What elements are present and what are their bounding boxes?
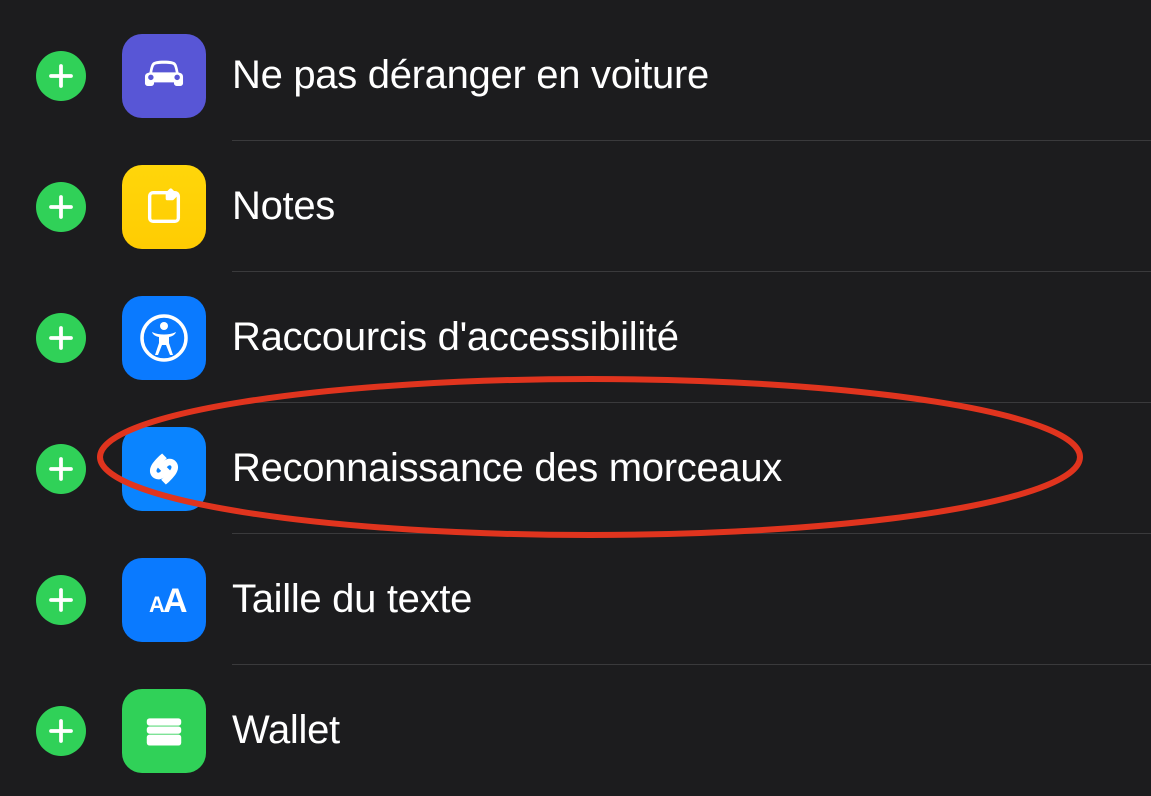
- text-size-icon: AA: [122, 558, 206, 642]
- list-item-label: Raccourcis d'accessibilité: [232, 315, 679, 360]
- list-item[interactable]: AA Taille du texte: [0, 534, 1151, 665]
- plus-icon: [46, 454, 76, 484]
- list-item-label: Notes: [232, 184, 335, 229]
- list-item-label: Reconnaissance des morceaux: [232, 446, 782, 491]
- list-item[interactable]: Wallet: [0, 665, 1151, 796]
- list-item[interactable]: Ne pas déranger en voiture: [0, 10, 1151, 141]
- plus-icon: [46, 61, 76, 91]
- plus-icon: [46, 323, 76, 353]
- add-button[interactable]: [36, 51, 86, 101]
- settings-list: Ne pas déranger en voiture Notes Raccour…: [0, 0, 1151, 796]
- add-button[interactable]: [36, 575, 86, 625]
- notes-icon: [122, 165, 206, 249]
- list-item-label: Ne pas déranger en voiture: [232, 53, 709, 98]
- plus-icon: [46, 716, 76, 746]
- shazam-icon: [122, 427, 206, 511]
- plus-icon: [46, 585, 76, 615]
- plus-icon: [46, 192, 76, 222]
- list-item[interactable]: Notes: [0, 141, 1151, 272]
- accessibility-icon: [122, 296, 206, 380]
- wallet-icon: [122, 689, 206, 773]
- list-item-label: Wallet: [232, 708, 340, 753]
- car-icon: [122, 34, 206, 118]
- add-button[interactable]: [36, 313, 86, 363]
- add-button[interactable]: [36, 444, 86, 494]
- add-button[interactable]: [36, 182, 86, 232]
- svg-text:A: A: [163, 582, 188, 620]
- list-item-label: Taille du texte: [232, 577, 472, 622]
- list-item[interactable]: Reconnaissance des morceaux: [0, 403, 1151, 534]
- add-button[interactable]: [36, 706, 86, 756]
- list-item[interactable]: Raccourcis d'accessibilité: [0, 272, 1151, 403]
